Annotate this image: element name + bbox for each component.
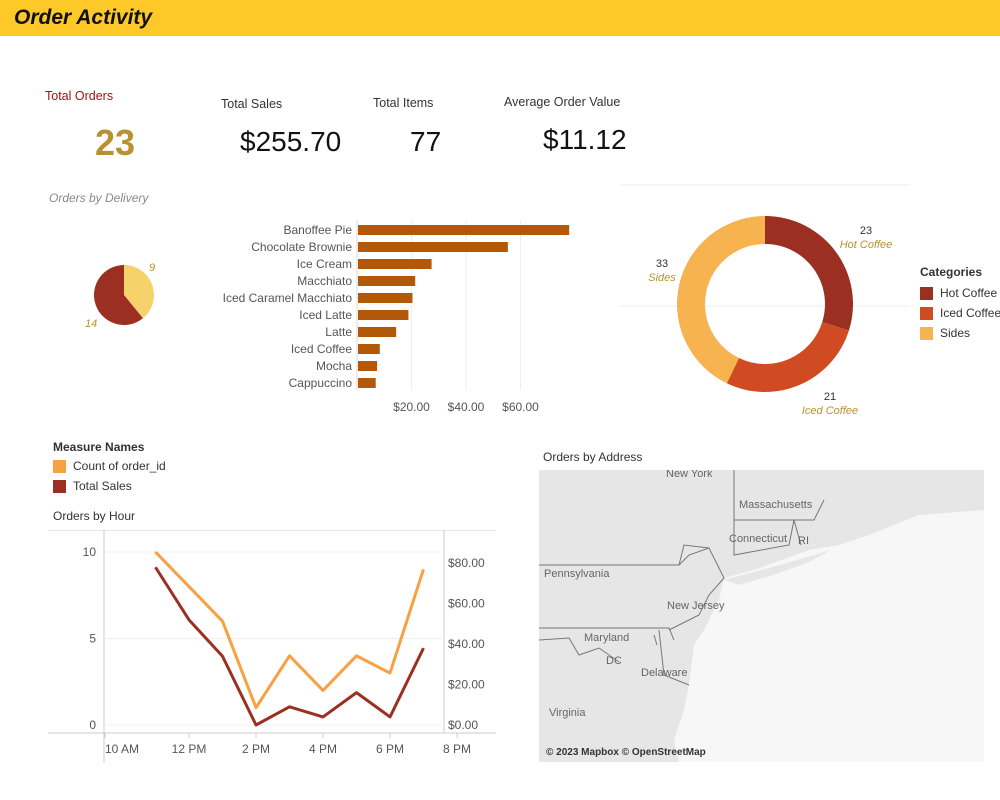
map-place-label: Maryland bbox=[584, 632, 629, 644]
line-right-tick: $60.00 bbox=[448, 597, 485, 611]
total-sales-label: Total Sales bbox=[221, 97, 283, 111]
legend-item-iced-coffee[interactable]: Iced Coffee bbox=[920, 303, 1000, 323]
total-orders-value: 23 bbox=[95, 122, 136, 163]
legend-item-sides[interactable]: Sides bbox=[920, 323, 1000, 343]
hour-chart-title: Orders by Hour bbox=[53, 509, 136, 523]
bar-category-label: Mocha bbox=[316, 359, 352, 373]
line-right-tick: $80.00 bbox=[448, 556, 485, 570]
bar-category-label: Iced Coffee bbox=[291, 342, 352, 356]
map-title: Orders by Address bbox=[543, 450, 643, 464]
total-items-value: 77 bbox=[410, 126, 442, 157]
legend-label: Total Sales bbox=[73, 479, 132, 493]
items-bar-chart: Banoffee Pie Chocolate Brownie Ice Cream Ma… bbox=[223, 220, 570, 414]
bar-category-label: Cappuccino bbox=[289, 376, 353, 390]
donut-value-label: 33 bbox=[656, 258, 668, 270]
legend-item-hot-coffee[interactable]: Hot Coffee bbox=[920, 283, 1000, 303]
delivery-pie-label: 14 bbox=[85, 318, 97, 330]
legend-label: Hot Coffee bbox=[940, 286, 998, 300]
line-x-tick: 4 PM bbox=[309, 742, 337, 756]
bar-category-label: Iced Caramel Macchiato bbox=[223, 291, 353, 305]
map-place-label: Pennsylvania bbox=[544, 568, 610, 580]
map-place-label: New York bbox=[666, 470, 713, 480]
bar-category-label: Latte bbox=[325, 325, 352, 339]
line-right-tick: $40.00 bbox=[448, 637, 485, 651]
line-x-tick: 12 PM bbox=[172, 742, 207, 756]
avg-order-value-value: $11.12 bbox=[543, 124, 627, 155]
map-place-label: DC bbox=[606, 655, 622, 667]
map-place-label: New Jersey bbox=[667, 600, 725, 612]
map-place-label: Massachusetts bbox=[739, 499, 813, 511]
total-orders-label: Total Orders bbox=[45, 89, 114, 103]
donut-slice-sides[interactable] bbox=[677, 216, 765, 384]
line-series-count-of-order-id[interactable] bbox=[154, 550, 425, 710]
line-right-tick: $20.00 bbox=[448, 678, 485, 692]
avg-order-value-label: Average Order Value bbox=[504, 95, 621, 109]
donut-category-label: Iced Coffee bbox=[802, 405, 858, 417]
legend-swatch bbox=[920, 286, 933, 300]
bar-x-tick: $60.00 bbox=[502, 400, 539, 414]
measure-names-legend-title: Measure Names bbox=[53, 440, 145, 454]
bar-category-label: Chocolate Brownie bbox=[251, 240, 352, 254]
bar-ice-cream[interactable] bbox=[358, 259, 432, 269]
bar-latte[interactable] bbox=[358, 327, 397, 337]
map-place-label: Virginia bbox=[549, 707, 586, 719]
bar-macchiato[interactable] bbox=[358, 276, 416, 286]
bar-cappuccino[interactable] bbox=[358, 378, 376, 388]
legend-label: Iced Coffee bbox=[940, 306, 1000, 320]
bar-iced-coffee[interactable] bbox=[358, 344, 380, 354]
total-items-label: Total Items bbox=[373, 96, 434, 110]
line-x-tick: 8 PM bbox=[443, 742, 471, 756]
bar-category-label: Macchiato bbox=[297, 274, 352, 288]
delivery-pie-label: 9 bbox=[149, 262, 155, 274]
bar-category-label: Ice Cream bbox=[297, 257, 352, 271]
line-left-tick: 10 bbox=[83, 545, 97, 559]
line-x-tick: 6 PM bbox=[376, 742, 404, 756]
orders-address-map[interactable]: New York Massachusetts Connecticut RI Pennsy… bbox=[539, 470, 984, 762]
orders-by-hour-line-chart: 10 5 0 $80.00 $60.00 $40.00 $20.00 $0.00 10 AM 12… bbox=[48, 530, 496, 763]
bar-iced-caramel-macchiato[interactable] bbox=[358, 293, 413, 303]
donut-slice-hot-coffee[interactable] bbox=[765, 216, 853, 331]
page-title: Order Activity bbox=[14, 6, 153, 29]
legend-swatch bbox=[53, 479, 66, 493]
categories-legend: Categories Hot Coffee Iced Coffee Sides bbox=[920, 265, 1000, 343]
bar-category-label: Banoffee Pie bbox=[283, 223, 352, 237]
delivery-chart-title: Orders by Delivery bbox=[49, 191, 149, 205]
legend-swatch bbox=[53, 459, 66, 473]
legend-swatch bbox=[920, 306, 933, 320]
bar-category-label: Iced Latte bbox=[299, 308, 352, 322]
line-right-tick: $0.00 bbox=[448, 718, 478, 732]
delivery-pie-chart: 9 14 bbox=[85, 262, 155, 330]
bar-x-tick: $20.00 bbox=[393, 400, 430, 414]
line-left-tick: 0 bbox=[89, 718, 96, 732]
line-x-tick: 2 PM bbox=[242, 742, 270, 756]
donut-category-label: Sides bbox=[648, 272, 676, 284]
categories-legend-title: Categories bbox=[920, 265, 983, 279]
line-x-tick: 10 AM bbox=[105, 742, 139, 756]
line-left-tick: 5 bbox=[89, 631, 96, 645]
measure-names-legend: Measure Names Count of order_id Total Sal… bbox=[53, 440, 166, 496]
donut-value-label: 21 bbox=[824, 391, 836, 403]
legend-swatch bbox=[920, 326, 933, 340]
map-place-label: RI bbox=[798, 535, 809, 547]
total-sales-value: $255.70 bbox=[240, 126, 342, 157]
map-place-label: Delaware bbox=[641, 667, 687, 679]
donut-value-label: 23 bbox=[860, 225, 872, 237]
bar-chocolate-brownie[interactable] bbox=[358, 242, 508, 252]
legend-item-count-of-order-id[interactable]: Count of order_id bbox=[53, 456, 166, 476]
legend-item-total-sales[interactable]: Total Sales bbox=[53, 476, 166, 496]
bar-mocha[interactable] bbox=[358, 361, 378, 371]
legend-label: Sides bbox=[940, 326, 971, 340]
bar-iced-latte[interactable] bbox=[358, 310, 409, 320]
line-series-total-sales[interactable] bbox=[154, 566, 425, 727]
donut-slice-iced-coffee[interactable] bbox=[726, 322, 849, 392]
donut-category-label: Hot Coffee bbox=[840, 239, 893, 251]
bar-banoffee-pie[interactable] bbox=[358, 225, 570, 235]
map-attribution: © 2023 Mapbox © OpenStreetMap bbox=[546, 747, 706, 758]
bar-x-tick: $40.00 bbox=[448, 400, 485, 414]
map-place-label: Connecticut bbox=[729, 533, 787, 545]
categories-donut-chart: 23 Hot Coffee 21 Iced Coffee 33 Sides bbox=[620, 184, 910, 417]
legend-label: Count of order_id bbox=[73, 459, 166, 473]
